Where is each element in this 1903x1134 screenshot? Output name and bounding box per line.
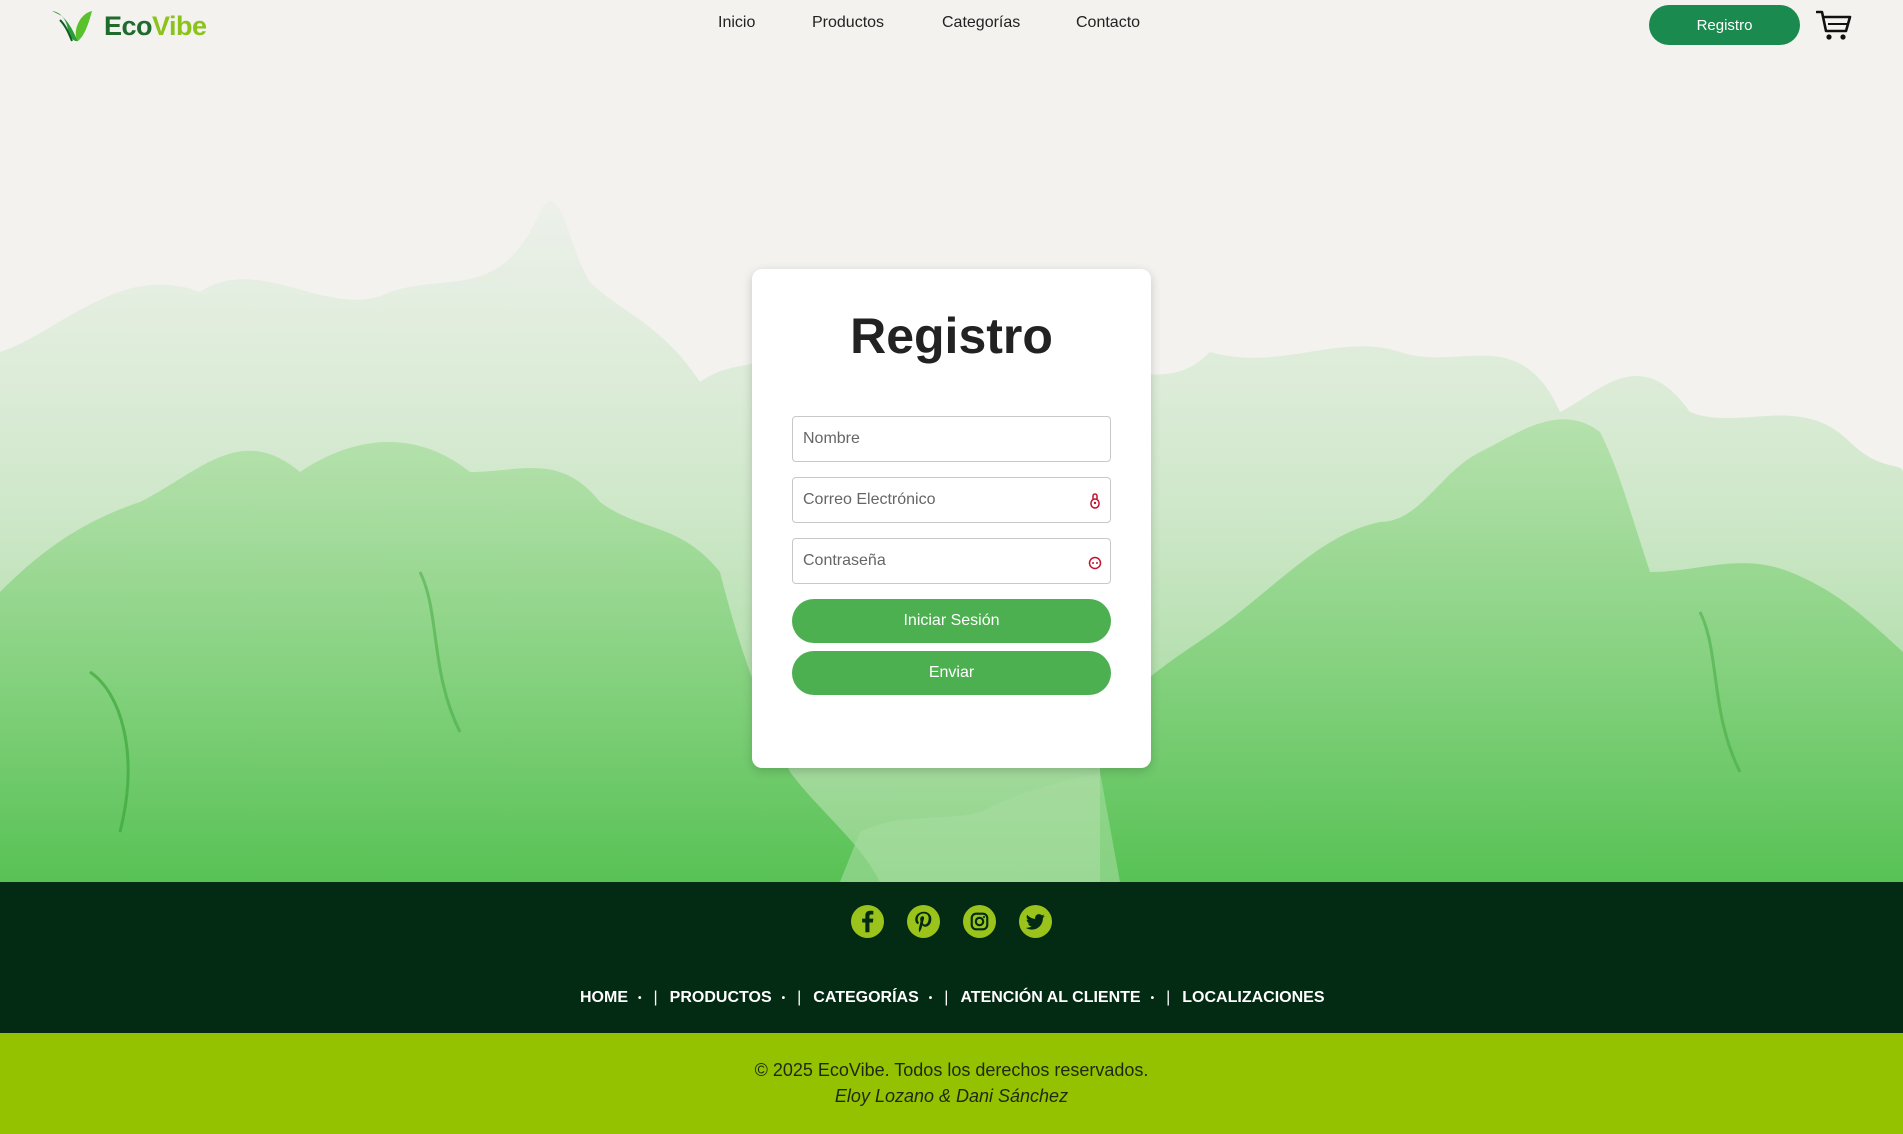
leaf-logo-icon: [52, 11, 92, 42]
nav-item-productos[interactable]: Productos: [812, 14, 884, 32]
register-card: Registro Iniciar Sesión Enviar: [752, 269, 1151, 768]
cart-icon[interactable]: [1816, 9, 1852, 41]
password-field[interactable]: [792, 538, 1111, 584]
separator: |: [797, 989, 802, 1006]
nav-item-contacto[interactable]: Contacto: [1076, 14, 1140, 32]
separator: |: [1166, 989, 1171, 1006]
footer-copyright-section: © 2025 EcoVibe. Todos los derechos reser…: [0, 1033, 1903, 1134]
email-field[interactable]: [792, 477, 1111, 523]
form-title: Registro: [850, 308, 1053, 364]
copyright-text: © 2025 EcoVibe. Todos los derechos reser…: [754, 1060, 1149, 1080]
hero-section: Registro Iniciar Sesión Enviar: [0, 52, 1903, 882]
twitter-icon[interactable]: [1018, 904, 1053, 939]
password-input[interactable]: [793, 539, 1110, 583]
autofill-key-icon[interactable]: [1088, 492, 1102, 510]
footer-link-productos[interactable]: PRODUCTOS: [670, 989, 772, 1007]
nav-item-categorias[interactable]: Categorías: [942, 14, 1020, 32]
separator-dot: •: [781, 992, 786, 1004]
separator: |: [944, 989, 949, 1006]
login-button[interactable]: Iniciar Sesión: [792, 599, 1111, 643]
header: EcoVibe Inicio Productos Categorías Cont…: [0, 0, 1903, 52]
facebook-icon[interactable]: [850, 904, 885, 939]
password-manager-icon[interactable]: [1088, 553, 1102, 571]
footer-nav-section: HOME • | PRODUCTOS • | CATEGORÍAS • | ATENC…: [0, 882, 1903, 1033]
separator-dot: •: [928, 992, 933, 1004]
name-input[interactable]: [793, 417, 1110, 461]
email-input[interactable]: [793, 478, 1110, 522]
name-field[interactable]: [792, 416, 1111, 462]
brand-name: EcoVibe: [104, 10, 207, 41]
instagram-icon[interactable]: [962, 904, 997, 939]
footer-link-localizaciones[interactable]: LOCALIZACIONES: [1182, 989, 1324, 1007]
footer-link-home[interactable]: HOME: [580, 989, 628, 1007]
brand-logo[interactable]: EcoVibe: [50, 8, 207, 44]
separator-dot: •: [638, 992, 642, 1004]
separator: |: [653, 989, 658, 1006]
social-links: [850, 904, 1053, 939]
authors-text: Eloy Lozano & Dani Sánchez: [834, 1086, 1069, 1106]
footer-links: HOME • | PRODUCTOS • | CATEGORÍAS • | ATENC…: [580, 989, 1324, 1007]
footer-link-atencion[interactable]: ATENCIÓN AL CLIENTE: [960, 989, 1140, 1007]
footer-link-categorias[interactable]: CATEGORÍAS: [813, 989, 918, 1007]
register-button[interactable]: Registro: [1649, 5, 1800, 45]
pinterest-icon[interactable]: [906, 904, 941, 939]
submit-button[interactable]: Enviar: [792, 651, 1111, 695]
nav-item-inicio[interactable]: Inicio: [718, 14, 755, 32]
separator-dot: •: [1150, 992, 1155, 1004]
